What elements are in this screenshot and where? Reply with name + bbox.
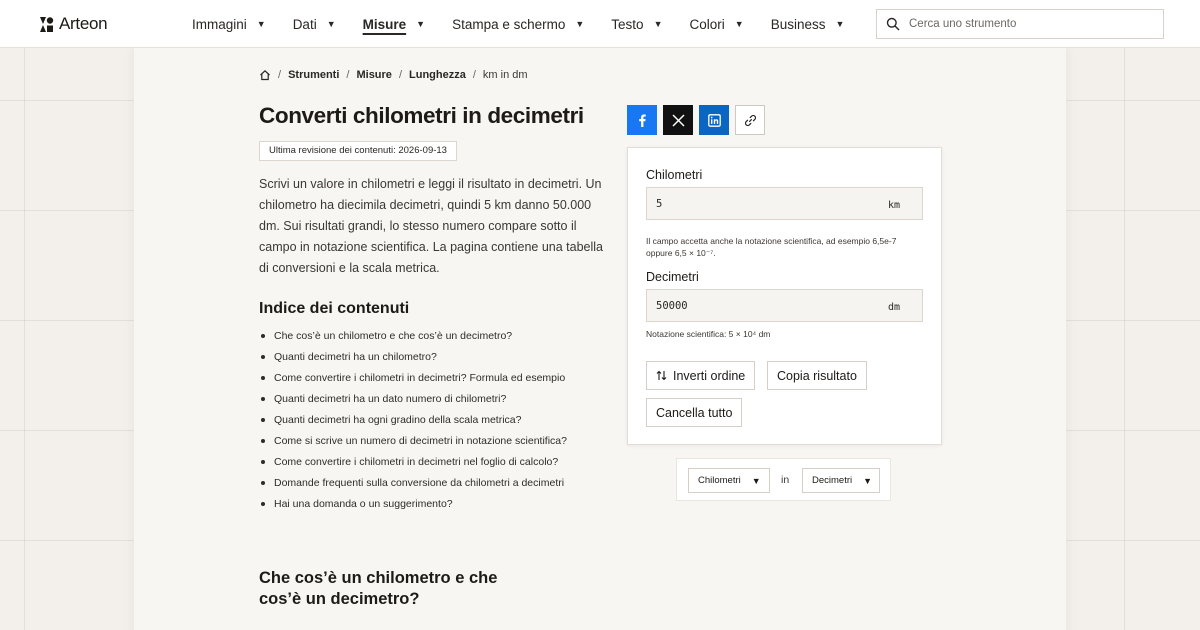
share-facebook-button[interactable]: [627, 105, 657, 135]
breadcrumb-separator: /: [472, 69, 476, 81]
nav-item-testo[interactable]: Testo ▼: [611, 0, 662, 48]
copy-result-label: Copia risultato: [777, 368, 857, 383]
caret-down-icon: ▼: [416, 19, 426, 29]
intro-paragraph: Scrivi un valore in chilometri e leggi i…: [259, 177, 603, 275]
x-icon: [671, 113, 685, 127]
toc-link[interactable]: Domande frequenti sulla conversione da c…: [261, 475, 567, 496]
arteon-logo-icon: [40, 16, 54, 32]
page-title: Converti chilometri in decimetri: [259, 103, 584, 128]
facebook-icon: [638, 114, 646, 127]
toc-title: Indice dei contenuti: [259, 300, 410, 317]
nav-label: Misure: [362, 16, 407, 32]
table-of-contents: Che cos’è un chilometro e che cos’è un d…: [261, 328, 567, 517]
clear-all-label: Cancella tutto: [656, 405, 733, 420]
breadcrumb-link-strumenti[interactable]: Strumenti: [288, 69, 339, 81]
nav-label: Stampa e schermo: [452, 16, 566, 32]
caret-down-icon: ▼: [751, 475, 761, 486]
nav-item-stampa-e-schermo[interactable]: Stampa e schermo ▼: [452, 0, 584, 48]
nav-label: Business: [770, 16, 826, 32]
share-x-button[interactable]: [663, 105, 693, 135]
to-unit-value: Decimetri: [812, 475, 853, 486]
nav-label: Testo: [611, 16, 644, 32]
nav-item-immagini[interactable]: Immagini ▼: [192, 0, 266, 48]
toc-link[interactable]: Come convertire i chilometri in decimetr…: [261, 370, 567, 391]
search-icon: [886, 17, 900, 31]
breadcrumb-separator: /: [398, 69, 402, 81]
brand-logo[interactable]: Arteon: [39, 14, 108, 34]
nav-label: Dati: [292, 16, 317, 32]
top-navigation-bar: Arteon Immagini ▼ Dati ▼ Misure ▼ Stampa…: [0, 0, 1200, 48]
brand-name: Arteon: [59, 14, 108, 33]
toc-link[interactable]: Quanti decimetri ha un dato numero di ch…: [261, 391, 567, 412]
kilometers-field[interactable]: km: [646, 187, 923, 220]
caret-down-icon: ▼: [835, 19, 845, 29]
caret-down-icon: ▼: [734, 19, 744, 29]
breadcrumb-current: km in dm: [482, 69, 528, 81]
nav-item-dati[interactable]: Dati ▼: [293, 0, 336, 48]
scientific-notation-hint: Notazione scientifica: 5 × 10⁴ dm: [646, 329, 771, 339]
link-icon: [744, 114, 756, 126]
kilometers-label: Chilometri: [646, 168, 703, 182]
breadcrumb-link-lunghezza[interactable]: Lunghezza: [409, 69, 466, 81]
clear-all-button[interactable]: Cancella tutto: [646, 398, 743, 427]
nav-item-business[interactable]: Business ▼: [771, 0, 845, 48]
to-unit-select[interactable]: Decimetri ▼: [802, 468, 880, 493]
caret-down-icon: ▼: [575, 19, 585, 29]
copy-result-button[interactable]: Copia risultato: [767, 361, 867, 390]
kilometers-input[interactable]: [647, 197, 867, 210]
main-nav: Immagini ▼ Dati ▼ Misure ▼ Stampa e sche…: [192, 0, 871, 48]
toc-link[interactable]: Come convertire i chilometri in decimetr…: [261, 454, 567, 475]
search-input[interactable]: [909, 18, 1149, 30]
toc-link[interactable]: Hai una domanda o un suggerimento?: [261, 496, 567, 517]
search-box[interactable]: [876, 9, 1164, 39]
home-icon[interactable]: [259, 69, 271, 81]
converter-panel: Chilometri km Il campo accetta anche la …: [627, 147, 942, 445]
nav-item-colori[interactable]: Colori ▼: [690, 0, 744, 48]
breadcrumb-link-misure[interactable]: Misure: [356, 69, 391, 81]
linkedin-icon: [707, 113, 721, 127]
toc-link[interactable]: Come si scrive un numero di decimetri in…: [261, 433, 567, 454]
toc-link[interactable]: Quanti decimetri ha un chilometro?: [261, 349, 567, 370]
swap-order-button[interactable]: Inverti ordine: [646, 361, 756, 390]
swap-order-label: Inverti ordine: [673, 368, 746, 383]
decimeters-input[interactable]: [647, 299, 867, 312]
section-heading: Che cos’è un chilometro e che cos’è un d…: [259, 569, 498, 608]
from-unit-select[interactable]: Chilometri ▼: [688, 468, 770, 493]
toc-link[interactable]: Quanti decimetri ha ogni gradino della s…: [261, 412, 567, 433]
swap-arrows-icon: [656, 370, 667, 381]
caret-down-icon: ▼: [863, 475, 873, 486]
decimeters-unit: dm: [887, 302, 900, 313]
caret-down-icon: ▼: [653, 19, 663, 29]
decimeters-field[interactable]: dm: [646, 289, 923, 322]
nav-item-misure[interactable]: Misure ▼: [363, 0, 425, 48]
share-buttons: [627, 105, 765, 135]
nav-label: Immagini: [192, 16, 247, 32]
content-card: / Strumenti / Misure / Lunghezza / km in…: [134, 48, 1066, 630]
nav-label: Colori: [689, 16, 725, 32]
unit-selector: Chilometri ▼ in Decimetri ▼: [676, 458, 891, 501]
breadcrumb-separator: /: [346, 69, 350, 81]
kilometers-hint: Il campo accetta anche la notazione scie…: [646, 236, 897, 258]
caret-down-icon: ▼: [256, 19, 266, 29]
copy-link-button[interactable]: [735, 105, 765, 135]
revision-badge: Ultima revisione dei contenuti: 2026-09-…: [259, 141, 457, 161]
caret-down-icon: ▼: [326, 19, 336, 29]
kilometers-unit: km: [887, 200, 900, 211]
share-linkedin-button[interactable]: [699, 105, 729, 135]
decimeters-label: Decimetri: [646, 270, 699, 284]
breadcrumb-separator: /: [278, 69, 282, 81]
breadcrumb: / Strumenti / Misure / Lunghezza / km in…: [259, 69, 528, 81]
from-unit-value: Chilometri: [698, 475, 741, 486]
in-word: in: [781, 474, 790, 486]
toc-link[interactable]: Che cos’è un chilometro e che cos’è un d…: [261, 328, 567, 349]
